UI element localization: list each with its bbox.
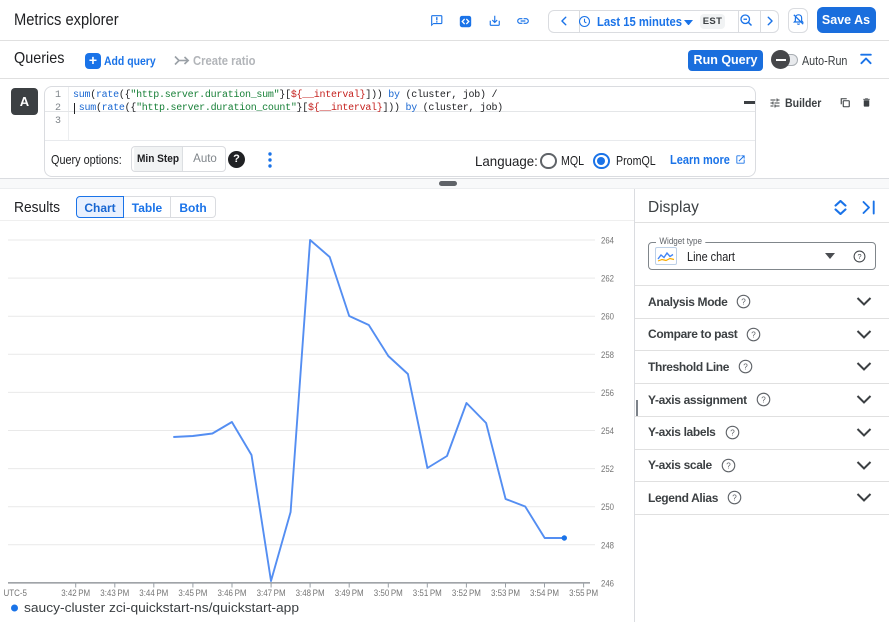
svg-text:256: 256: [601, 388, 614, 399]
svg-text:258: 258: [601, 350, 614, 361]
svg-text:252: 252: [601, 464, 614, 475]
svg-text:3:48 PM: 3:48 PM: [296, 588, 325, 599]
svg-text:248: 248: [601, 540, 614, 551]
svg-text:254: 254: [601, 426, 614, 437]
svg-text:264: 264: [601, 236, 614, 247]
svg-text:3:44 PM: 3:44 PM: [139, 588, 168, 599]
svg-text:?: ?: [726, 461, 731, 470]
svg-text:?: ?: [730, 428, 735, 437]
svg-text:262: 262: [601, 274, 614, 285]
svg-text:3:52 PM: 3:52 PM: [452, 588, 481, 599]
svg-text:3:43 PM: 3:43 PM: [100, 588, 129, 599]
svg-text:?: ?: [732, 494, 737, 503]
svg-text:3:45 PM: 3:45 PM: [178, 588, 207, 599]
svg-text:3:51 PM: 3:51 PM: [413, 588, 442, 599]
svg-text:?: ?: [742, 297, 747, 306]
svg-text:saucy-cluster zci-quickstart-n: saucy-cluster zci-quickstart-ns/quicksta…: [24, 600, 299, 615]
svg-text:3:42 PM: 3:42 PM: [61, 588, 90, 599]
svg-text:UTC-5: UTC-5: [4, 588, 28, 599]
svg-text:246: 246: [601, 578, 614, 589]
svg-text:?: ?: [743, 363, 748, 372]
svg-text:3:50 PM: 3:50 PM: [374, 588, 403, 599]
svg-text:3:55 PM: 3:55 PM: [569, 588, 598, 599]
svg-text:3:53 PM: 3:53 PM: [491, 588, 520, 599]
svg-text:3:54 PM: 3:54 PM: [530, 588, 559, 599]
svg-text:260: 260: [601, 312, 614, 323]
svg-text:?: ?: [752, 330, 757, 339]
svg-text:250: 250: [601, 502, 614, 513]
svg-text:3:47 PM: 3:47 PM: [257, 588, 286, 599]
svg-text:?: ?: [761, 395, 766, 404]
svg-text:3:46 PM: 3:46 PM: [218, 588, 247, 599]
svg-text:?: ?: [857, 251, 861, 260]
svg-text:3:49 PM: 3:49 PM: [335, 588, 364, 599]
